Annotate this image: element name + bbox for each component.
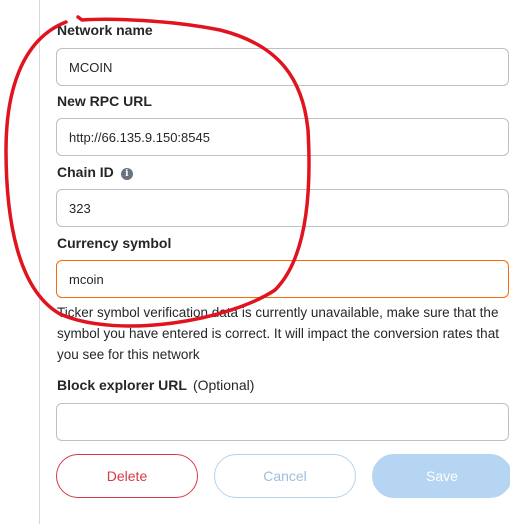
chain-id-label-text: Chain ID — [57, 164, 114, 180]
chain-id-label: Chain ID i — [57, 164, 133, 180]
info-icon[interactable]: i — [120, 168, 133, 180]
currency-symbol-label: Currency symbol — [57, 235, 172, 251]
currency-symbol-warning: Ticker symbol verification data is curre… — [57, 305, 499, 362]
cancel-button[interactable]: Cancel — [214, 454, 356, 498]
rpc-url-label: New RPC URL — [57, 93, 152, 109]
save-button[interactable]: Save — [372, 454, 510, 498]
rpc-url-input[interactable] — [56, 118, 509, 156]
block-explorer-input[interactable] — [56, 403, 509, 441]
delete-button[interactable]: Delete — [56, 454, 198, 498]
optional-tag: (Optional) — [192, 377, 255, 393]
network-name-input[interactable] — [56, 48, 509, 86]
block-explorer-label: Block explorer URL (Optional) — [57, 377, 254, 393]
sidebar-divider — [39, 0, 40, 524]
network-settings-page: Network name New RPC URL Chain ID i Curre… — [0, 0, 510, 524]
network-name-label: Network name — [57, 22, 153, 38]
chain-id-input[interactable] — [56, 189, 509, 227]
block-explorer-label-text: Block explorer URL — [57, 377, 187, 393]
currency-symbol-input[interactable] — [56, 260, 509, 298]
